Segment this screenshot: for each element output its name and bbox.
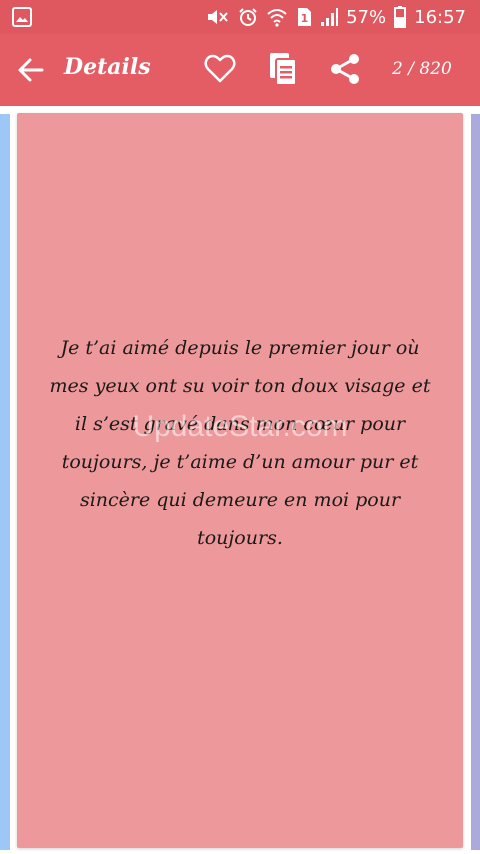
mute-icon xyxy=(206,7,230,27)
sim-icon: 1 xyxy=(296,7,312,27)
signal-icon xyxy=(320,7,339,27)
clock: 16:57 xyxy=(414,6,466,28)
quote-card[interactable]: Je t’ai aimé depuis le premier jour où m… xyxy=(17,113,463,848)
wifi-icon xyxy=(266,7,288,27)
alarm-icon xyxy=(238,7,258,27)
svg-text:1: 1 xyxy=(301,12,309,25)
copy-icon[interactable] xyxy=(268,52,298,86)
image-icon xyxy=(12,7,32,27)
heart-icon[interactable] xyxy=(204,54,236,84)
status-icons: 1 57% 16:57 xyxy=(206,0,466,34)
back-arrow-icon[interactable] xyxy=(16,56,46,84)
quote-text: Je t’ai aimé depuis le premier jour où m… xyxy=(49,337,431,549)
page-counter: 2 / 820 xyxy=(392,59,452,79)
battery-icon xyxy=(394,6,407,28)
previous-card-peek[interactable] xyxy=(0,114,10,850)
share-icon[interactable] xyxy=(328,52,362,86)
next-card-peek[interactable] xyxy=(471,114,480,850)
status-bar: 1 57% 16:57 xyxy=(0,0,480,34)
page-title: Details xyxy=(64,54,151,80)
app-bar: Details 2 / 820 xyxy=(0,34,480,106)
battery-level: 57% xyxy=(346,6,387,28)
